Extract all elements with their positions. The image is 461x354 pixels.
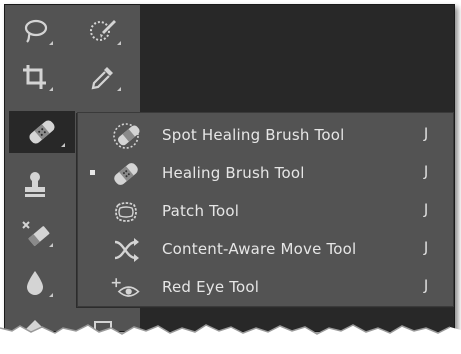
shortcut-key: J	[424, 240, 429, 256]
selected-indicator	[90, 170, 95, 175]
menu-item-healing-brush[interactable]: Healing Brush Tool J	[78, 155, 451, 192]
more-tools-indicator	[61, 143, 65, 147]
menu-item-red-eye[interactable]: Red Eye Tool J	[78, 269, 451, 306]
menu-item-label: Red Eye Tool	[162, 278, 260, 296]
crop-tool-button[interactable]	[13, 57, 57, 97]
menu-item-patch[interactable]: Patch Tool J	[78, 193, 451, 230]
menu-item-content-aware-move[interactable]: Content-Aware Move Tool J	[78, 231, 451, 268]
eraser-icon	[22, 221, 50, 247]
shortcut-key: J	[424, 278, 429, 294]
more-tools-indicator	[49, 41, 53, 45]
quick-selection-tool-button[interactable]	[81, 11, 125, 51]
shortcut-key: J	[424, 164, 429, 180]
menu-item-label: Content-Aware Move Tool	[162, 240, 357, 258]
menu-item-label: Spot Healing Brush Tool	[162, 126, 345, 144]
healing-tools-flyout-menu: Spot Healing Brush Tool J Healing Brush …	[77, 112, 454, 307]
eyedropper-tool-button[interactable]	[81, 57, 125, 97]
more-tools-indicator	[117, 41, 121, 45]
clone-stamp-tool-button[interactable]	[13, 165, 57, 205]
eyedropper-icon	[91, 67, 113, 90]
menu-item-label: Healing Brush Tool	[162, 164, 305, 182]
more-tools-indicator	[49, 87, 53, 91]
more-tools-indicator	[117, 87, 121, 91]
shortcut-key: J	[424, 126, 429, 142]
quick-selection-icon	[90, 20, 116, 41]
stamp-icon	[25, 172, 45, 197]
lasso-tool-button[interactable]	[13, 11, 57, 51]
bandage-icon	[29, 120, 55, 144]
more-tools-indicator	[49, 293, 53, 297]
healing-brush-tool-button[interactable]	[9, 111, 75, 153]
shortcut-key: J	[424, 202, 429, 218]
healing-brush-icon	[110, 160, 142, 188]
content-aware-move-icon	[110, 236, 142, 264]
spot-healing-brush-icon	[110, 122, 142, 150]
eraser-tool-button[interactable]	[13, 213, 57, 253]
crop-icon	[23, 65, 46, 89]
more-tools-indicator	[49, 243, 53, 247]
torn-edge-decoration	[0, 324, 461, 354]
patch-icon	[110, 198, 142, 226]
menu-item-spot-healing-brush[interactable]: Spot Healing Brush Tool J	[78, 117, 451, 154]
menu-item-label: Patch Tool	[162, 202, 240, 220]
photoshop-screenshot: Spot Healing Brush Tool J Healing Brush …	[4, 4, 455, 332]
blur-tool-button[interactable]	[13, 263, 57, 303]
red-eye-icon	[110, 274, 142, 302]
drop-icon	[27, 271, 43, 295]
lasso-icon	[24, 19, 48, 43]
